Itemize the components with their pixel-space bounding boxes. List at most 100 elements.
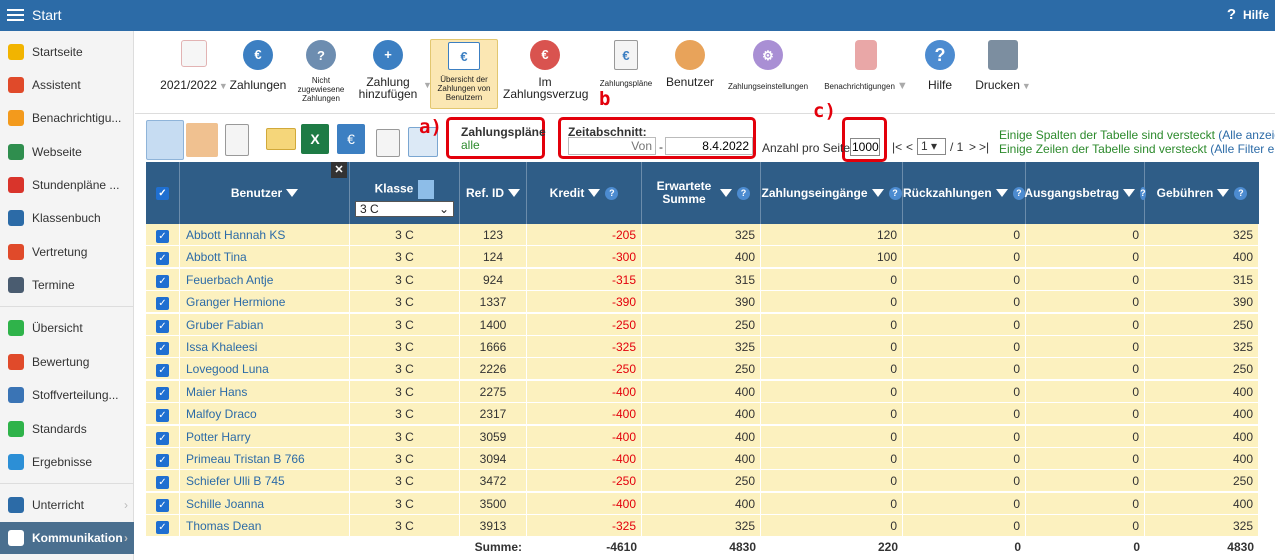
klasse-filter-select[interactable]: 3 C ⌄ — [355, 200, 454, 217]
row-checkbox[interactable]: ✓ — [156, 409, 169, 423]
cell-name[interactable]: Potter Harry — [180, 425, 350, 448]
cell-name[interactable]: Malfoy Draco — [180, 403, 350, 426]
filter-icon[interactable] — [588, 189, 601, 197]
bank-icon[interactable]: € — [337, 124, 365, 154]
to-date-input[interactable] — [665, 137, 753, 155]
cell-name[interactable]: Abbott Tina — [180, 246, 350, 269]
help-link[interactable]: ? Hilfe — [1227, 6, 1269, 23]
from-date-input[interactable] — [568, 137, 656, 155]
filter-icon[interactable] — [508, 189, 520, 197]
col-benutzer[interactable]: Benutzer ✕ — [180, 162, 350, 224]
cell-name[interactable]: Gruber Fabian — [180, 313, 350, 336]
row-checkbox[interactable]: ✓ — [156, 521, 169, 535]
prev-page-button[interactable]: < — [906, 140, 913, 154]
sidebar-item-kommunikation[interactable]: Kommunikation › — [0, 522, 134, 554]
info-icon[interactable]: ? — [737, 186, 750, 200]
sidebar-item-stundenplaene[interactable]: Stundenpläne ... — [0, 169, 134, 201]
row-checkbox[interactable]: ✓ — [156, 230, 169, 243]
sidebar-item-webseite[interactable]: Webseite — [0, 136, 134, 168]
benachrichtigungen-button[interactable]: Benachrichtigungen ▼ — [820, 40, 912, 92]
zahlung-hinzufuegen-button[interactable]: + Zahlung hinzufügen — [357, 40, 419, 100]
col-rueckzahlungen[interactable]: Rückzahlungen? — [903, 162, 1026, 224]
cell-name[interactable]: Abbott Hannah KS — [180, 224, 350, 246]
col-erwartete-summe[interactable]: Erwartete Summe? — [642, 162, 761, 224]
filter-active-icon[interactable] — [418, 179, 435, 199]
first-page-button[interactable]: |< — [892, 140, 902, 154]
sidebar-item-termine[interactable]: Termine — [0, 269, 134, 301]
row-checkbox[interactable]: ✓ — [156, 364, 169, 378]
cell-name[interactable]: Schiefer Ulli B 745 — [180, 470, 350, 493]
show-all-columns-link[interactable]: (Alle anzeigen — [1218, 128, 1275, 142]
next-page-button[interactable]: > — [969, 140, 976, 154]
filter-icon[interactable] — [995, 189, 1008, 197]
group-view-icon[interactable] — [186, 123, 218, 157]
col-ausgangsbetrag[interactable]: Ausgangsbetrag? — [1024, 162, 1146, 224]
filter-icon[interactable] — [1217, 189, 1230, 197]
info-icon[interactable]: ? — [605, 186, 619, 200]
einstellungen-button[interactable]: ⚙ Zahlungseinstellungen — [723, 40, 813, 91]
filter-icon[interactable] — [720, 189, 732, 197]
col-zahlungseingaenge[interactable]: Zahlungseingänge? — [761, 162, 903, 224]
sidebar-item-benachrichtigungen[interactable]: Benachrichtigu... — [0, 102, 134, 134]
menu-icon[interactable] — [7, 6, 24, 24]
cell-name[interactable]: Lovegood Luna — [180, 358, 350, 381]
row-checkbox[interactable]: ✓ — [156, 319, 169, 333]
cell-name[interactable]: Primeau Tristan B 766 — [180, 448, 350, 470]
close-icon[interactable]: ✕ — [331, 162, 347, 178]
nicht-zugewiesen-button[interactable]: ? Nicht zugewiesene Zahlungen — [293, 40, 349, 103]
last-page-button[interactable]: >| — [979, 140, 989, 154]
cell-name[interactable]: Feuerbach Antje — [180, 268, 350, 291]
info-icon[interactable]: ? — [1012, 186, 1025, 200]
benutzer-button[interactable]: Benutzer — [662, 40, 718, 88]
year-selector[interactable]: 2021/2022 ▼ — [154, 40, 234, 92]
cell-name[interactable]: Schille Joanna — [180, 492, 350, 515]
row-checkbox[interactable]: ✓ — [156, 476, 169, 490]
row-checkbox[interactable]: ✓ — [156, 297, 169, 311]
row-checkbox[interactable]: ✓ — [156, 386, 169, 400]
im-verzug-button[interactable]: € Im Zahlungsverzug — [503, 40, 588, 100]
document-view-icon[interactable] — [225, 124, 249, 156]
info-icon[interactable]: ? — [1234, 186, 1248, 200]
uebersicht-button[interactable]: € Übersicht der Zahlungen von Benutzern — [430, 39, 498, 109]
mail-icon[interactable] — [266, 128, 296, 150]
cell-name[interactable]: Issa Khaleesi — [180, 336, 350, 358]
sidebar-item-unterricht[interactable]: Unterricht › — [0, 489, 134, 521]
col-gebuehren[interactable]: Gebühren? — [1145, 162, 1259, 224]
remove-filters-link[interactable]: (Alle Filter entf — [1210, 142, 1275, 156]
sidebar-item-standards[interactable]: Standards — [0, 413, 134, 445]
row-checkbox[interactable]: ✓ — [156, 274, 169, 288]
per-page-input[interactable] — [850, 138, 880, 156]
sidebar-item-klassenbuch[interactable]: Klassenbuch — [0, 202, 134, 234]
info-icon[interactable]: ? — [888, 186, 902, 200]
sidebar-item-assistent[interactable]: Assistent — [0, 69, 134, 101]
sidebar-item-ergebnisse[interactable]: Ergebnisse — [0, 446, 134, 478]
single-user-view-icon[interactable] — [146, 120, 184, 160]
cell-name[interactable]: Thomas Dean — [180, 515, 350, 538]
col-ref-id[interactable]: Ref. ID — [460, 162, 527, 224]
sidebar-item-uebersicht[interactable]: Übersicht — [0, 312, 134, 344]
zahlungsplaene-button[interactable]: € Zahlungspläne — [595, 40, 657, 88]
row-checkbox[interactable]: ✓ — [156, 252, 169, 266]
cell-name[interactable]: Granger Hermione — [180, 291, 350, 314]
zahlungen-button[interactable]: € Zahlungen — [228, 40, 288, 91]
sidebar-item-startseite[interactable]: Startseite — [0, 36, 134, 68]
row-checkbox[interactable]: ✓ — [156, 498, 169, 512]
filter-icon[interactable] — [286, 189, 299, 197]
sidebar-item-stoffverteilung[interactable]: Stoffverteilung... — [0, 379, 134, 411]
select-all-checkbox[interactable]: ✓ — [156, 186, 169, 200]
sidebar-item-bewertung[interactable]: Bewertung — [0, 346, 134, 378]
cell-name[interactable]: Maier Hans — [180, 380, 350, 403]
filter-icon[interactable] — [871, 189, 884, 197]
row-checkbox[interactable]: ✓ — [156, 454, 169, 467]
excel-icon[interactable]: X — [301, 124, 329, 154]
col-kredit[interactable]: Kredit? — [527, 162, 642, 224]
add-document-icon[interactable] — [376, 129, 400, 157]
col-klasse[interactable]: Klasse 3 C ⌄ — [350, 162, 460, 224]
row-checkbox[interactable]: ✓ — [156, 431, 169, 445]
drucken-button[interactable]: Drucken ▼ — [970, 40, 1036, 92]
sidebar-item-vertretung[interactable]: Vertretung — [0, 236, 134, 268]
zahlungsplaene-filter-value[interactable]: alle — [461, 138, 480, 152]
filter-icon[interactable] — [1123, 189, 1136, 197]
row-checkbox[interactable]: ✓ — [156, 342, 169, 355]
hilfe-button[interactable]: ? Hilfe — [917, 40, 963, 91]
